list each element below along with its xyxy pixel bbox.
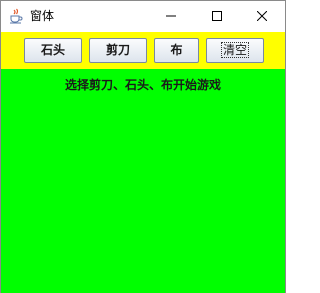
game-area: 选择剪刀、石头、布开始游戏: [1, 69, 285, 293]
rock-button[interactable]: 石头: [24, 38, 82, 63]
paper-button[interactable]: 布: [154, 38, 199, 63]
close-button[interactable]: [239, 1, 285, 32]
status-text: 选择剪刀、石头、布开始游戏: [64, 78, 221, 92]
maximize-icon: [212, 11, 222, 21]
clear-button-label: 清空: [220, 42, 250, 58]
minimize-button[interactable]: [148, 1, 194, 32]
title-bar[interactable]: 窗体: [1, 1, 285, 32]
java-coffee-icon: [8, 8, 24, 24]
maximize-button[interactable]: [194, 1, 240, 32]
window-title: 窗体: [30, 9, 55, 23]
button-panel: 石头 剪刀 布 清空: [1, 32, 285, 69]
clear-button[interactable]: 清空: [206, 38, 264, 63]
close-icon: [257, 11, 267, 21]
scissors-button[interactable]: 剪刀: [89, 38, 147, 63]
minimize-icon: [166, 15, 176, 17]
app-window: 窗体 石头 剪刀 布 清空 选择剪刀、石头、布开始游戏: [0, 0, 286, 293]
